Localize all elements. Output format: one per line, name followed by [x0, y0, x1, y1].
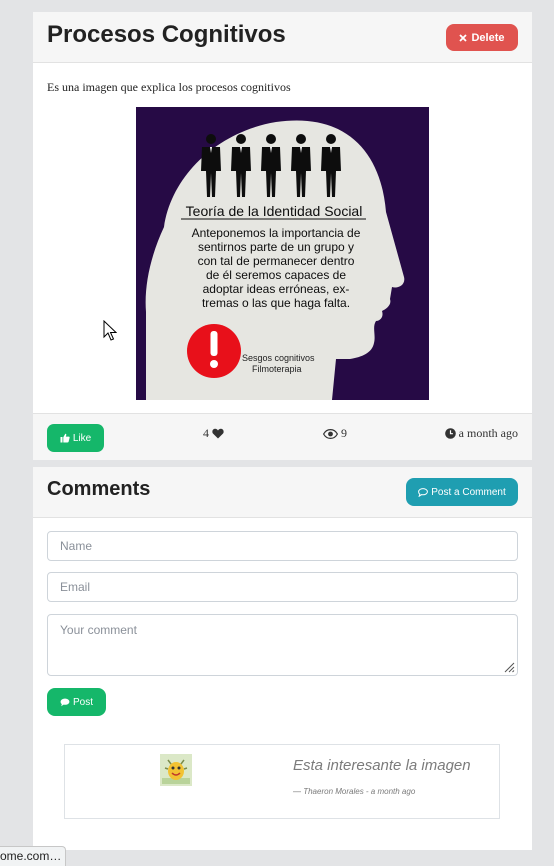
post-header: Procesos Cognitivos Delete [33, 12, 532, 63]
image-body-line: Anteponemos la importancia de [192, 226, 361, 240]
comment-item: Esta interesante la imagen — Thaeron Mor… [64, 744, 500, 819]
image-body-line: de él seremos capaces de [206, 268, 346, 282]
post-title: Procesos Cognitivos [47, 21, 286, 48]
comment-icon [418, 487, 429, 497]
image-body-line: adoptar ideas erróneas, ex- [203, 282, 350, 296]
avatar [160, 754, 192, 786]
post-a-comment-label: Post a Comment [431, 486, 506, 498]
comment-text: Esta interesante la imagen [293, 757, 471, 774]
post-image: Teoría de la Identidad Social Anteponemo… [136, 107, 429, 400]
close-icon [459, 33, 468, 42]
image-heading: Teoría de la Identidad Social [186, 203, 363, 219]
comments-title: Comments [47, 478, 151, 500]
views-count: 9 [341, 426, 347, 440]
post-description: Es una imagen que explica los procesos c… [47, 80, 291, 94]
image-body-line: con tal de permanecer dentro [198, 254, 355, 268]
comment-icon [60, 698, 70, 706]
image-badge-line2: Filmoterapia [252, 364, 302, 374]
cursor-icon [103, 320, 117, 341]
post-time-text: a month ago [458, 426, 518, 440]
delete-button-label: Delete [471, 31, 505, 44]
post-card: Procesos Cognitivos Delete Es una imagen… [33, 12, 532, 460]
alert-icon [187, 324, 241, 378]
resize-grip-icon[interactable] [503, 661, 515, 673]
like-button-label: Like [72, 432, 92, 444]
likes-count: 4 [203, 426, 209, 440]
post-a-comment-button[interactable]: Post a Comment [406, 478, 518, 506]
image-badge-line1: Sesgos cognitivos [242, 353, 315, 363]
like-button[interactable]: Like [47, 424, 104, 452]
comment-meta: — Thaeron Morales - a month ago [293, 787, 416, 796]
name-input[interactable] [47, 531, 518, 561]
likes-stat: 4 [203, 426, 224, 441]
comment-textarea[interactable] [47, 614, 518, 676]
clock-icon [444, 428, 456, 439]
post-time: a month ago [444, 426, 518, 441]
comments-header: Comments Post a Comment [33, 467, 532, 518]
email-input[interactable] [47, 572, 518, 602]
thumbs-up-icon [60, 433, 70, 443]
comments-card: Comments Post a Comment Post Esta intere… [33, 467, 532, 850]
image-body-line: sentirnos parte de un grupo y [198, 240, 354, 254]
delete-button[interactable]: Delete [446, 24, 518, 51]
head-illustration: Teoría de la Identidad Social Anteponemo… [136, 107, 429, 400]
eye-icon [323, 428, 338, 439]
heart-icon [212, 428, 224, 439]
image-body-line: tremas o las que haga falta. [202, 296, 350, 310]
post-button[interactable]: Post [47, 688, 106, 716]
status-bar: ome.com… [0, 846, 67, 866]
post-footer: Like 4 9 a month ago [33, 413, 532, 460]
views-stat: 9 [323, 426, 347, 441]
post-button-label: Post [72, 696, 93, 708]
